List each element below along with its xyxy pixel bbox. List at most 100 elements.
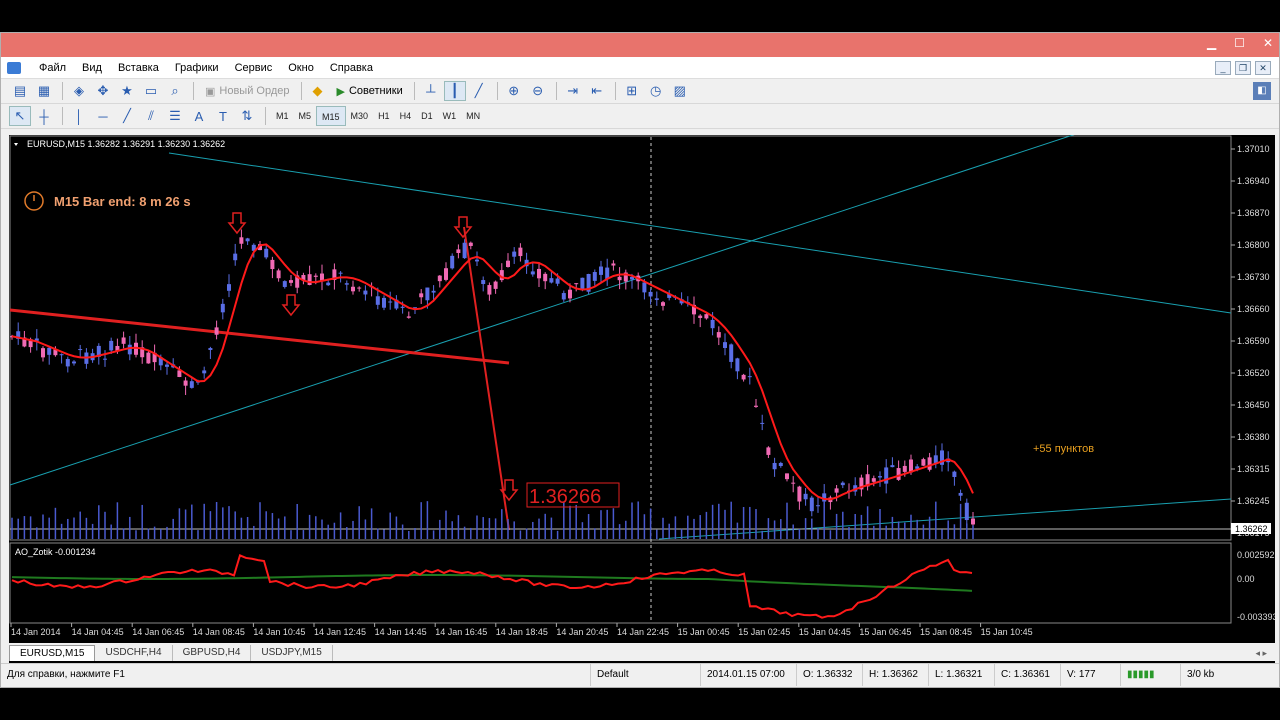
close-icon[interactable]: ✕ [1263, 36, 1273, 50]
price-tick-label: 1.36450 [1237, 400, 1270, 410]
candle-body [357, 287, 362, 289]
new-chart-icon[interactable]: ▤ [9, 81, 31, 101]
tab-gbpusd-h4[interactable]: GBPUSD,H4 [173, 645, 252, 661]
profiles-icon[interactable]: ▦ [33, 81, 55, 101]
timeframe-w1[interactable]: W1 [438, 106, 462, 126]
tab-usdjpy-m15[interactable]: USDJPY,M15 [251, 645, 333, 661]
candle-body [406, 316, 411, 318]
candle-body [599, 266, 603, 275]
vertical-line-icon[interactable]: │ [68, 106, 90, 126]
candle-body [871, 478, 876, 482]
autoscroll-icon[interactable]: ⇥ [562, 81, 584, 101]
menu-view[interactable]: Вид [74, 62, 110, 74]
crosshair-icon[interactable]: ┼ [33, 106, 55, 126]
new-order-icon: ▣ [205, 85, 216, 98]
candle-body [927, 457, 932, 470]
terminal-icon[interactable]: ▭ [140, 81, 162, 101]
timeframe-m1[interactable]: M1 [271, 106, 294, 126]
timeframe-h1[interactable]: H1 [373, 106, 395, 126]
chart-shift-icon[interactable]: ⇤ [586, 81, 608, 101]
status-profile[interactable]: Default [591, 663, 701, 686]
price-tick-label: 1.36315 [1237, 464, 1270, 474]
navigator-icon[interactable]: ★ [116, 81, 138, 101]
metaeditor-icon[interactable]: ◆ [307, 81, 329, 101]
arrows-icon[interactable]: ⇅ [236, 106, 258, 126]
tab-usdchf-h4[interactable]: USDCHF,H4 [95, 645, 173, 661]
equidistant-channel-icon[interactable]: ⫽ [140, 106, 162, 126]
candle-body [971, 518, 975, 525]
text-icon[interactable]: A [188, 106, 210, 126]
tab-eurusd-m15[interactable]: EURUSD,M15 [9, 645, 96, 661]
timeframe-m15[interactable]: M15 [316, 106, 346, 126]
child-minimize-icon[interactable]: _ [1215, 61, 1231, 75]
status-help: Для справки, нажмите F1 [1, 663, 591, 686]
menu-window[interactable]: Окно [280, 62, 322, 74]
indicators-icon[interactable]: ⊞ [621, 81, 643, 101]
bar-chart-icon[interactable]: ┴ [420, 81, 442, 101]
time-tick-label: 15 Jan 04:45 [799, 627, 851, 637]
periods-icon[interactable]: ◷ [645, 81, 667, 101]
horizontal-line-icon[interactable]: ─ [92, 106, 114, 126]
market-watch-icon[interactable]: ◈ [68, 81, 90, 101]
price-tick-label: 1.36660 [1237, 304, 1270, 314]
zoom-out-icon[interactable]: ⊖ [527, 81, 549, 101]
zoom-in-icon[interactable]: ⊕ [503, 81, 525, 101]
candle-body [580, 277, 585, 290]
tester-icon[interactable]: ⌕ [164, 81, 186, 101]
tab-scroll-icon[interactable]: ◂ ▸ [1255, 645, 1267, 661]
minimize-icon[interactable]: ▁ [1207, 36, 1216, 50]
menu-file[interactable]: Файл [31, 62, 74, 74]
down-arrow-icon [227, 212, 247, 235]
menu-charts[interactable]: Графики [167, 62, 227, 74]
child-restore-icon[interactable]: ❐ [1235, 61, 1251, 75]
templates-icon[interactable]: ▨ [669, 81, 691, 101]
time-tick-label: 14 Jan 06:45 [132, 627, 184, 637]
menu-insert[interactable]: Вставка [110, 62, 167, 74]
timeframe-mn[interactable]: MN [461, 106, 485, 126]
text-label-icon[interactable]: T [212, 106, 234, 126]
experts-icon: ▶ [336, 85, 345, 98]
candlestick-icon[interactable]: ┃ [443, 81, 466, 101]
price-chart[interactable]: 1.37010 1.36940 1.36870 1.36800 1.36730 1.366… [9, 135, 1275, 641]
standard-toolbar: ▤ ▦ ◈ ✥ ★ ▭ ⌕ ▣ Новый Ордер ◆ ▶ Советники … [1, 79, 1279, 104]
price-tick-label: 1.36800 [1237, 240, 1270, 250]
candle-body [537, 268, 541, 279]
candle-body [617, 276, 622, 281]
candle-body [282, 281, 287, 287]
timeframe-h4[interactable]: H4 [395, 106, 417, 126]
chart-window[interactable]: 1.37010 1.36940 1.36870 1.36800 1.36730 1.366… [9, 135, 1275, 671]
line-studies-toolbar: ↖ ┼ │ ─ ╱ ⫽ ☰ A T ⇅ M1 M5 M15 M30 H1 H4 … [1, 104, 1279, 129]
community-icon[interactable]: ◧ [1253, 82, 1271, 100]
trendline-icon[interactable]: ╱ [116, 106, 138, 126]
line-chart-icon[interactable]: ╱ [468, 81, 490, 101]
time-tick-label: 14 Jan 2014 [11, 627, 61, 637]
candle-body [902, 465, 907, 472]
candle-body [506, 260, 510, 267]
candle-body [245, 238, 250, 242]
candle-body [220, 303, 225, 313]
maximize-icon[interactable]: ☐ [1234, 36, 1245, 50]
candle-body [797, 486, 802, 502]
candle-body [896, 468, 901, 480]
experts-button[interactable]: ▶ Советники [331, 81, 409, 101]
candle-body [456, 249, 461, 253]
new-order-button[interactable]: ▣ Новый Ордер [199, 81, 296, 101]
candle-body [103, 358, 107, 360]
cursor-icon[interactable]: ↖ [9, 106, 31, 126]
candle-body [878, 476, 882, 478]
data-window-icon[interactable]: ✥ [92, 81, 114, 101]
candle-body [952, 471, 957, 477]
timeframe-d1[interactable]: D1 [416, 106, 438, 126]
candle-body [270, 259, 275, 270]
fibonacci-icon[interactable]: ☰ [164, 106, 186, 126]
candle-body [809, 497, 814, 512]
timeframe-m5[interactable]: M5 [294, 106, 317, 126]
timeframe-m30[interactable]: M30 [346, 106, 374, 126]
candle-body [772, 462, 777, 470]
child-close-icon[interactable]: ✕ [1255, 61, 1271, 75]
candle-body [400, 306, 405, 308]
price-tick-label: 1.36940 [1237, 176, 1270, 186]
menu-help[interactable]: Справка [322, 62, 381, 74]
candle-body [351, 286, 355, 292]
menu-tools[interactable]: Сервис [227, 62, 281, 74]
